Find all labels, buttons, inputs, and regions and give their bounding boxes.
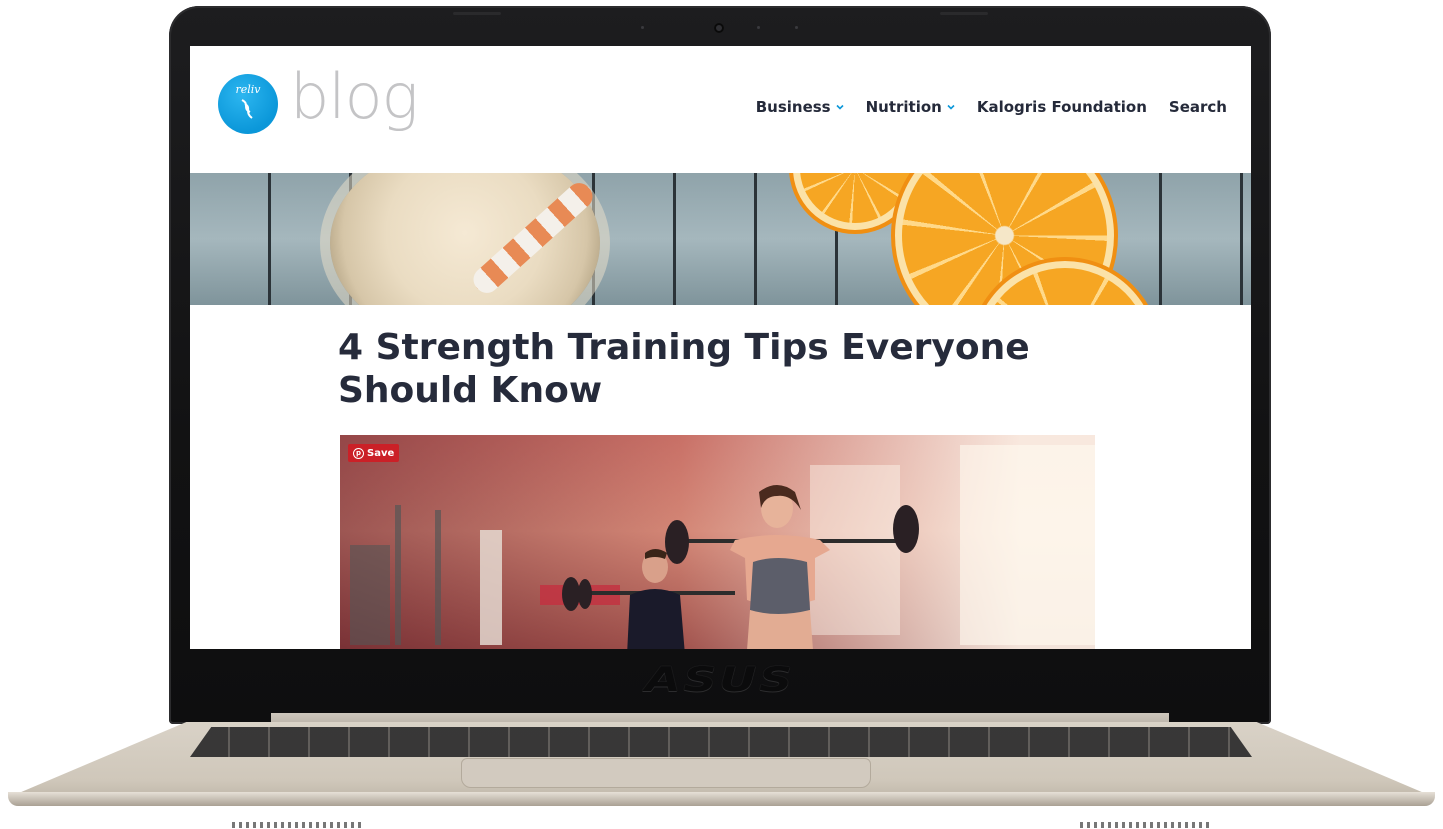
weight-plate (665, 520, 689, 564)
site-header: reliv blog Business Nutrition Kalogris F… (190, 46, 1251, 173)
vent-right (1080, 822, 1210, 828)
pinterest-save-button[interactable]: p Save (348, 444, 400, 462)
nav-item-nutrition[interactable]: Nutrition (866, 98, 955, 116)
nav-item-label: Nutrition (865, 98, 942, 116)
sensor-dot (795, 26, 798, 29)
reliv-logo-icon[interactable]: reliv (218, 74, 278, 134)
sensor-dot (641, 26, 644, 29)
sensor-dot (757, 26, 760, 29)
blog-wordmark[interactable]: blog (290, 60, 419, 133)
lid-ridge-right (940, 12, 988, 15)
laptop-trackpad (461, 758, 871, 788)
gym-machine (395, 505, 401, 645)
article-title: 4 Strength Training Tips Everyone Should… (338, 327, 1030, 411)
laptop-keyboard (190, 727, 1252, 757)
nav-item-kalogris-foundation[interactable]: Kalogris Foundation (977, 98, 1147, 116)
weight-plate (578, 579, 592, 609)
nav-item-label: Search (1168, 98, 1227, 116)
chevron-down-icon (836, 104, 844, 110)
laptop-brand-logo: ASUS (645, 660, 795, 700)
webcam-icon (714, 23, 724, 33)
gym-machine (480, 530, 502, 645)
orange-slice (800, 173, 910, 223)
gym-window (960, 445, 1095, 645)
hero-banner-image (190, 173, 1251, 305)
laptop-base-edge (8, 792, 1435, 806)
weight-plate (893, 505, 919, 553)
nav-item-label: Business (755, 98, 831, 116)
laptop-screen: reliv blog Business Nutrition Kalogris F… (190, 46, 1251, 649)
gym-machine (350, 545, 390, 645)
save-label: Save (367, 447, 395, 459)
article-hero-image: p Save (340, 435, 1095, 649)
pinterest-icon: p (353, 447, 364, 459)
nav-item-business[interactable]: Business (756, 98, 844, 116)
gym-machine (435, 510, 441, 645)
logo-mark-text: reliv (235, 83, 261, 96)
nav-item-label: Kalogris Foundation (976, 98, 1147, 116)
nav-item-search[interactable]: Search (1169, 98, 1227, 116)
vent-left (232, 822, 362, 828)
lid-ridge-left (453, 12, 501, 15)
wave-icon (241, 99, 253, 119)
main-nav: Business Nutrition Kalogris Foundation S… (756, 98, 1227, 116)
smoothie-glass (330, 173, 600, 305)
chevron-down-icon (947, 104, 955, 110)
woman-lifting (730, 485, 830, 649)
